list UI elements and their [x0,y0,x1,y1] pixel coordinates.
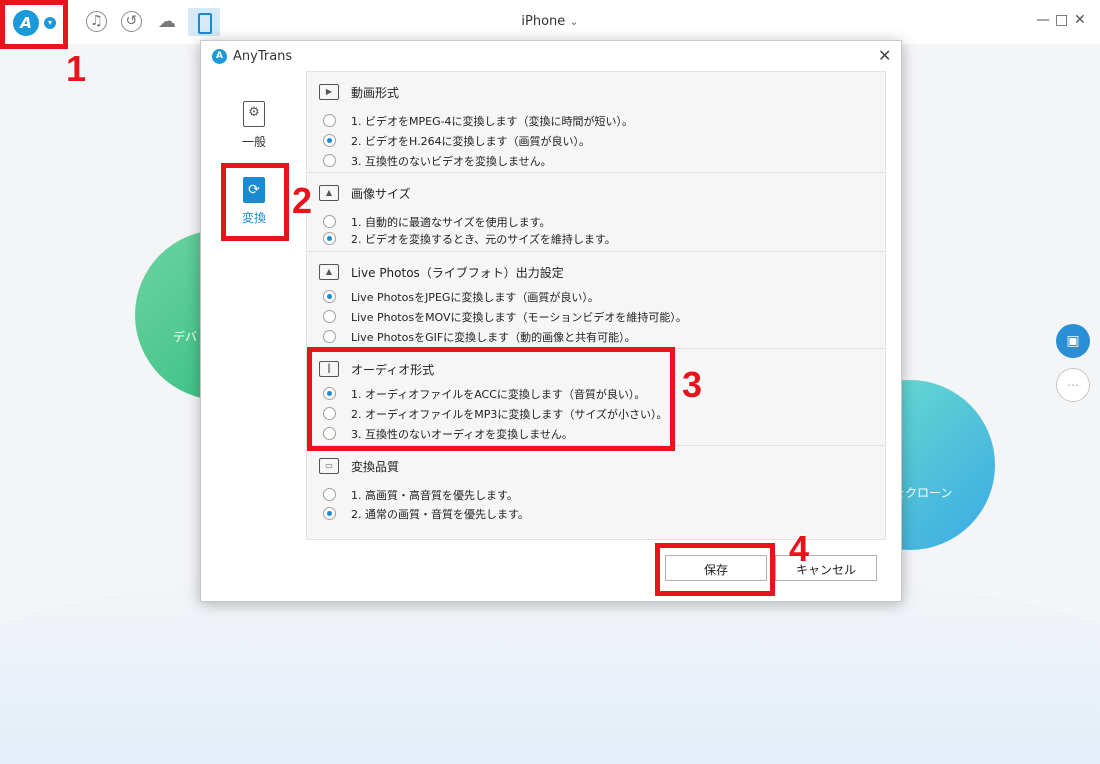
device-selector[interactable]: iPhone ⌄ [0,14,1100,29]
gear-icon: ⚙ [243,101,265,127]
radio-button[interactable] [323,114,336,127]
radio-button[interactable] [323,215,336,228]
dialog-logo-icon: A [212,49,227,64]
app-titlebar: A ▾ ♫ ↺ ☁ iPhone ⌄ — □ ✕ [0,0,1100,44]
annotation-number-4: 4 [789,528,810,569]
dialog-close-button[interactable]: ✕ [878,46,891,65]
radio-button-selected[interactable] [323,134,336,147]
radio-button[interactable] [323,154,336,167]
grid-icon[interactable]: ⋯ [1056,368,1090,402]
annotation-box-2 [221,163,289,241]
chevron-down-icon: ⌄ [569,15,579,28]
image-size-section: ▲ 画像サイズ 1. 自動的に最適なサイズを使用します。 2. ビデオを変換する… [307,173,885,252]
option-label: 1. 高画質・高音質を優先します。 [351,489,518,502]
option-label: Live PhotosをGIFに変換します（動的画像と共有可能）。 [351,331,636,344]
radio-button[interactable] [323,488,336,501]
section-title: Live Photos（ライブフォト）出力設定 [351,266,564,280]
dialog-title: AnyTrans [233,49,293,64]
option-label: 2. 通常の画質・音質を優先します。 [351,508,529,521]
image-icon: ▲ [319,264,339,280]
folder-icon: ▭ [319,458,339,474]
option-label: Live PhotosをMOVに変換します（モーションビデオを維持可能）。 [351,311,687,324]
device-manager-label: デバ [173,330,198,344]
nav-general[interactable]: ⚙ 一般 [226,101,282,150]
annotation-number-3: 3 [682,364,703,405]
nav-general-label: 一般 [241,135,266,149]
annotation-box-1 [0,0,68,49]
radio-button-selected[interactable] [323,507,336,520]
video-format-section: ▶ 動画形式 1. ビデオをMPEG-4に変換します（変換に時間が短い）。 2.… [307,72,885,173]
radio-button[interactable] [323,330,336,343]
radio-button-selected[interactable] [323,232,336,245]
settings-dialog: A AnyTrans ✕ ⚙ 一般 ⟳ 変換 ▶ 動画形式 1. ビデオをMPE… [200,40,902,602]
convert-settings-panel: ▶ 動画形式 1. ビデオをMPEG-4に変換します（変換に時間が短い）。 2.… [306,71,886,540]
close-window-button[interactable]: ✕ [1074,12,1086,28]
radio-button[interactable] [323,310,336,323]
section-title: 動画形式 [351,86,400,100]
annotation-number-2: 2 [292,180,313,221]
radio-button-selected[interactable] [323,290,336,303]
live-photos-section: ▲ Live Photos（ライブフォト）出力設定 Live PhotosをJP… [307,252,885,349]
option-label: 2. ビデオをH.264に変換します（画質が良い）。 [351,135,591,148]
annotation-number-1: 1 [66,48,87,89]
video-icon: ▶ [319,84,339,100]
minimize-button[interactable]: — [1036,12,1050,28]
image-icon: ▲ [319,185,339,201]
option-label: 1. 自動的に最適なサイズを使用します。 [351,216,551,229]
device-name: iPhone [521,14,566,29]
option-label: 1. ビデオをMPEG-4に変換します（変換に時間が短い）。 [351,115,634,128]
option-label: Live PhotosをJPEGに変換します（画質が良い）。 [351,291,599,304]
annotation-box-4 [655,543,775,596]
maximize-button[interactable]: □ [1055,12,1068,28]
section-title: 変換品質 [351,460,400,474]
option-label: 2. ビデオを変換するとき、元のサイズを維持します。 [351,233,616,246]
option-label: 3. 互換性のないビデオを変換しません。 [351,155,552,168]
annotation-box-3 [307,347,675,451]
conversion-quality-section: ▭ 変換品質 1. 高画質・高音質を優先します。 2. 通常の画質・音質を優先し… [307,446,885,538]
section-title: 画像サイズ [351,187,411,201]
toolbox-icon[interactable]: ▣ [1056,324,1090,358]
